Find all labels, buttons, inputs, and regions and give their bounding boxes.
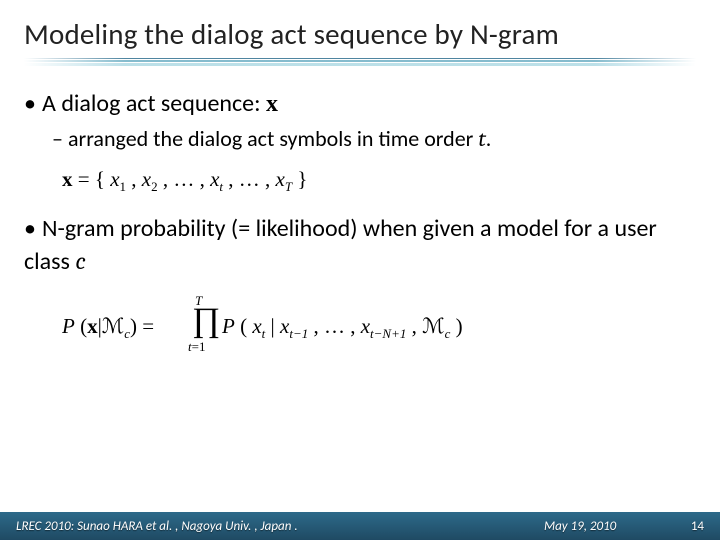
footer-date: May 19, 2010 <box>544 519 674 534</box>
bullet-icon: • <box>24 88 42 120</box>
dash-icon: – <box>52 124 68 154</box>
bullet-1-text: A dialog act sequence: <box>42 89 266 118</box>
slide-title: Modeling the dialog act sequence by N-gr… <box>24 16 696 52</box>
svg-text:P (x|ℳc) =: P (x|ℳc) = <box>62 314 154 341</box>
bullet-1-var: x <box>266 91 278 117</box>
footer-venue: LREC 2010: Sunao HARA et al. , Nagoya Un… <box>16 519 544 534</box>
bullet-1: •A dialog act sequence: x <box>24 88 696 120</box>
svg-text:P ( xt |: P ( xt | xt−1 , … , xt−N+1 , ℳc ) <box>221 314 463 341</box>
footer-bar: LREC 2010: Sunao HARA et al. , Nagoya Un… <box>0 512 720 540</box>
sub-1-suffix: . <box>486 125 492 152</box>
bullet-icon: • <box>24 213 42 245</box>
sub-1-var: t <box>478 126 485 152</box>
bullet-2-text: N-gram probability (= likelihood) when g… <box>24 214 657 276</box>
svg-text:t=1: t=1 <box>188 339 205 354</box>
sub-1-text: arranged the dialog act symbols in time … <box>68 125 478 152</box>
sub-bullet-1: –arranged the dialog act symbols in time… <box>52 124 696 155</box>
svg-text:x = { x1: x = { x1 , x2 , … , xt , … , xT } <box>62 167 307 194</box>
title-underline <box>24 58 696 66</box>
equation-2: P (x|ℳc) = ∏ T t=1 P ( xt | xt−1 , … , x… <box>62 293 696 359</box>
equation-1: x = { x1 , x2 , … , xt , … , xT } <box>62 165 696 195</box>
footer-page: 14 <box>674 519 704 534</box>
bullet-2: •N-gram probability (= likelihood) when … <box>24 213 696 279</box>
slide: Modeling the dialog act sequence by N-gr… <box>0 0 720 540</box>
slide-body: •A dialog act sequence: x –arranged the … <box>24 88 696 359</box>
bullet-2-var: c <box>75 247 85 275</box>
svg-text:T: T <box>195 293 203 308</box>
